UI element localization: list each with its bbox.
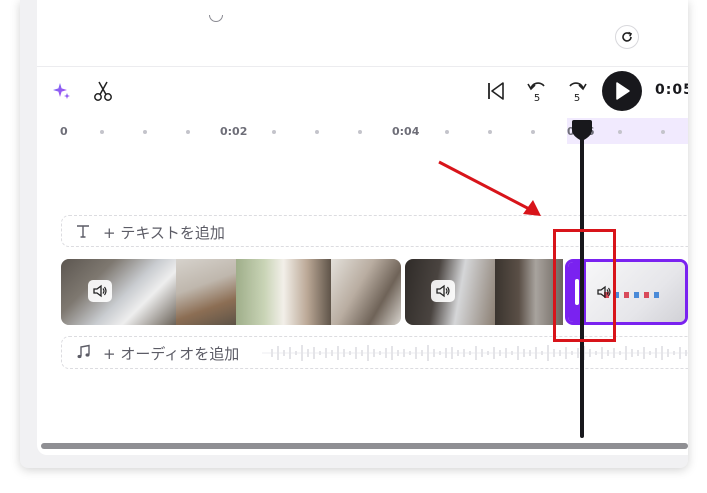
ruler-dot	[315, 130, 319, 134]
annotation-highlight-box	[553, 229, 616, 342]
audio-waveform	[262, 345, 688, 361]
ruler-dot	[186, 130, 190, 134]
ruler-dot	[488, 130, 492, 134]
add-audio-label: + オーディオを追加	[103, 345, 240, 363]
ruler-dot	[100, 130, 104, 134]
clip-frame	[236, 259, 331, 325]
clip-volume-button[interactable]	[88, 280, 112, 302]
ruler-dot	[661, 130, 665, 134]
horizontal-scrollbar[interactable]	[41, 443, 688, 449]
ruler-tick-2: 0:02	[220, 125, 248, 138]
app-window: 5 5 0:05 0 0:02 0:04 0:06	[20, 0, 688, 468]
cut-button[interactable]	[91, 79, 115, 103]
ruler-tick-4: 0:04	[392, 125, 420, 138]
window-bottom-edge	[37, 455, 688, 468]
clip-volume-button[interactable]	[431, 280, 455, 302]
ruler-dot	[445, 130, 449, 134]
add-text-label: + テキストを追加	[103, 224, 225, 242]
toolbar-divider	[37, 66, 688, 67]
play-button[interactable]	[602, 71, 642, 111]
music-note-icon	[77, 344, 90, 359]
current-timecode: 0:05	[655, 82, 688, 98]
ruler-dot	[272, 130, 276, 134]
rewind-5-button[interactable]: 5	[524, 78, 550, 106]
ruler-dot	[358, 130, 362, 134]
rewind-seconds: 5	[533, 93, 541, 104]
refresh-button[interactable]	[615, 25, 639, 49]
scissors-icon	[94, 81, 112, 101]
ruler-tick-0: 0	[60, 125, 68, 138]
speaker-icon	[436, 284, 450, 298]
clip-separator	[402, 259, 404, 325]
speaker-icon	[93, 284, 107, 298]
skip-to-start-icon	[488, 82, 504, 100]
clip-frame	[176, 259, 236, 325]
ruler-dot	[618, 130, 622, 134]
play-icon	[616, 82, 630, 100]
refresh-icon	[622, 31, 633, 42]
playhead-handle[interactable]	[570, 118, 594, 142]
ruler-dot	[531, 130, 535, 134]
ruler-dot	[143, 130, 147, 134]
video-clip-1[interactable]	[61, 259, 401, 325]
clip-frame	[61, 259, 176, 325]
text-T-icon	[77, 225, 89, 238]
video-clip-2[interactable]	[405, 259, 563, 325]
sparkle-icon	[53, 83, 70, 99]
partial-icon	[209, 15, 223, 22]
forward-seconds: 5	[573, 93, 581, 104]
annotation-arrow	[438, 160, 541, 216]
magic-button[interactable]	[51, 80, 73, 102]
clip-frame	[331, 259, 401, 325]
timeline-panel: 5 5 0:05 0 0:02 0:04 0:06	[37, 0, 688, 455]
forward-5-button[interactable]: 5	[564, 78, 590, 106]
skip-to-start-button[interactable]	[484, 79, 508, 103]
